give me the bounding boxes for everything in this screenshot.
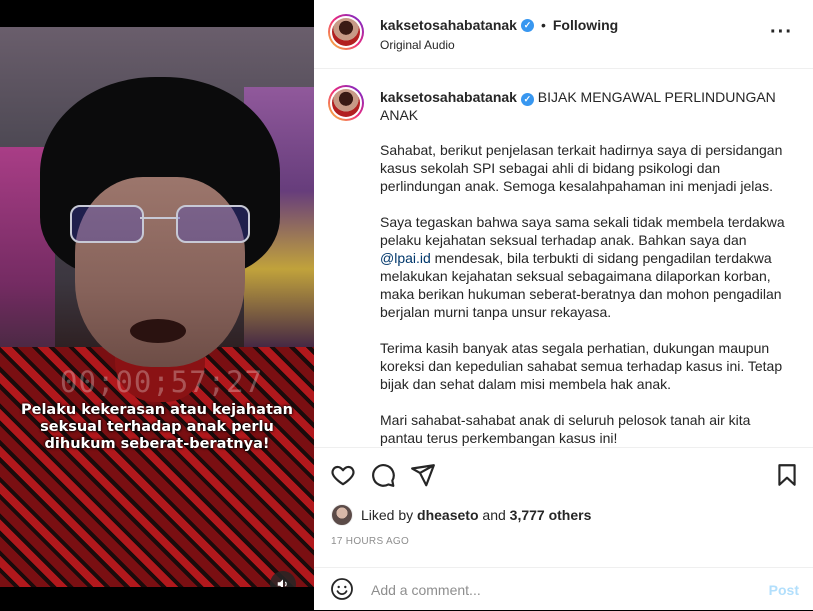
verified-badge-icon: ✓ [520,18,534,32]
comment-icon[interactable] [370,462,396,488]
bookmark-icon[interactable] [774,462,800,488]
likes-summary: Liked by dheaseto and 3,777 others [331,504,591,526]
liker-username[interactable]: dheaseto [417,507,478,523]
audio-link[interactable]: Original Audio [380,38,455,52]
author-avatar[interactable] [328,14,364,50]
post-timestamp[interactable]: 17 HOURS AGO [331,536,409,547]
likes-count-link[interactable]: 3,777 others [510,507,592,523]
post-sidebar: kaksetosahabatanak ✓ • Following Origina… [314,0,813,610]
and-label: and [482,507,506,523]
post-header: kaksetosahabatanak ✓ • Following Origina… [314,0,813,69]
post-media: 00;00;57;27 Pelaku kekerasan atau kejaha… [0,0,314,610]
add-comment-bar: Add a comment... Post [314,567,813,611]
speaker-mouth [130,319,186,343]
author-username[interactable]: kaksetosahabatanak [380,17,517,33]
instagram-post-modal: 00;00;57;27 Pelaku kekerasan atau kejaha… [0,0,813,610]
video-player[interactable]: 00;00;57;27 Pelaku kekerasan atau kejaha… [0,27,314,587]
post-comment-button[interactable]: Post [769,582,799,598]
mention-link[interactable]: @lpai.id [380,250,431,266]
speaker-icon [277,579,287,587]
author-line: kaksetosahabatanak ✓ • Following [380,17,618,33]
caption-header: kaksetosahabatanak ✓ BIJAK MENGAWAL PERL… [380,88,790,124]
verified-badge-icon: ✓ [520,93,534,106]
share-icon[interactable] [410,462,436,488]
video-timecode: 00;00;57;27 [60,365,264,399]
caption-username[interactable]: kaksetosahabatanak [380,89,517,105]
emoji-icon[interactable] [330,577,354,601]
heart-icon[interactable] [330,462,356,488]
caption-paragraph: Sahabat, berikut penjelasan terkait hadi… [380,142,783,194]
comments-area: kaksetosahabatanak ✓ BIJAK MENGAWAL PERL… [314,69,813,447]
post-actions: Liked by dheaseto and 3,777 others 17 HO… [314,447,813,547]
caption-author-avatar[interactable] [328,85,364,121]
caption-paragraph: Terima kasih banyak atas segala perhatia… [380,340,783,392]
speaker-glasses [70,205,250,245]
liked-by-label: Liked by [361,507,414,523]
more-options-icon[interactable]: ··· [770,22,793,42]
separator-dot: • [540,17,546,33]
caption-paragraph: Mari sahabat-sahabat anak di seluruh pel… [380,412,751,446]
comment-input[interactable]: Add a comment... [371,582,481,598]
following-button[interactable]: Following [553,17,618,33]
video-caption: Pelaku kekerasan atau kejahatan seksual … [21,402,293,452]
caption-body: Sahabat, berikut penjelasan terkait hadi… [380,141,792,447]
liker-avatar[interactable] [331,504,353,526]
caption-paragraph: Saya tegaskan bahwa saya sama sekali tid… [380,214,785,320]
